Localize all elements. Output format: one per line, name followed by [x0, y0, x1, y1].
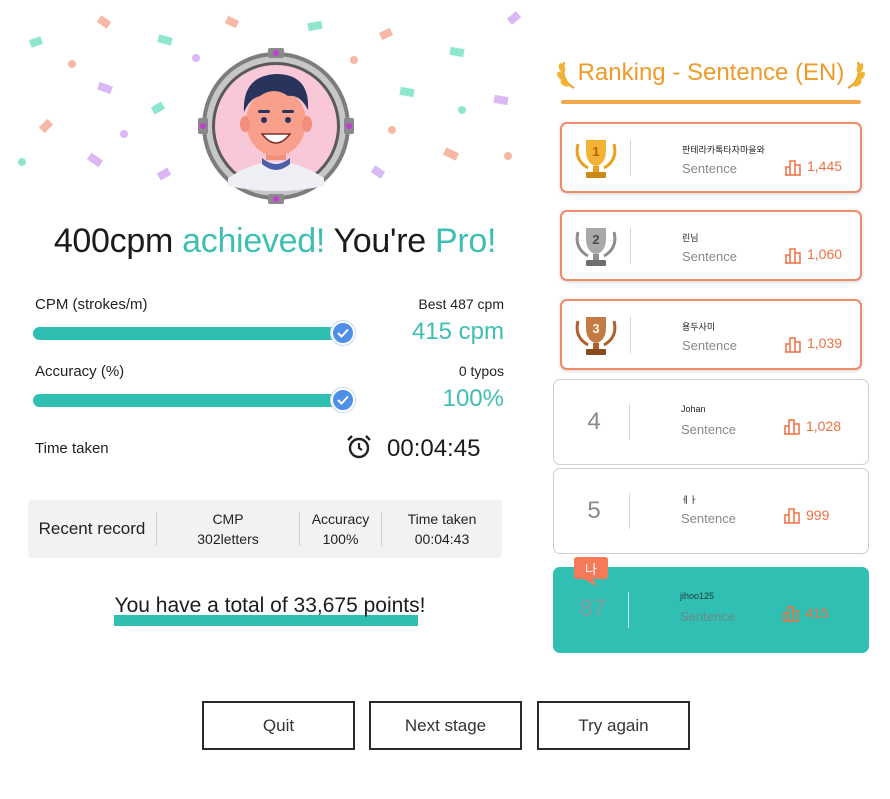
- score-chart-icon: [783, 606, 799, 622]
- cpm-label: CPM (strokes/m): [35, 296, 148, 313]
- result-headline: 400cpm achieved! You're Pro!: [20, 222, 530, 261]
- svg-text:2: 2: [592, 232, 599, 247]
- ranking-category: Sentence: [682, 161, 737, 176]
- accuracy-value: 100%: [442, 385, 504, 412]
- divider: [630, 227, 631, 264]
- recent-cmp-label: CMP: [212, 511, 244, 527]
- avatar-frame-icon: [198, 48, 354, 204]
- laurel-right-icon: [847, 61, 865, 89]
- accuracy-check-icon: [331, 388, 355, 412]
- ranking-score: 1,060: [807, 246, 843, 262]
- divider: [630, 316, 631, 353]
- my-ranking-category: Sentence: [680, 609, 735, 624]
- cpm-check-icon: [331, 321, 355, 345]
- accuracy-label: Accuracy (%): [35, 363, 125, 380]
- alarm-clock-icon: [347, 435, 371, 459]
- score-chart-icon: [785, 337, 801, 353]
- headline-youre: You're: [333, 222, 427, 260]
- recent-accuracy: Accuracy 100%: [300, 509, 381, 549]
- ranking-score: 1,028: [806, 418, 842, 434]
- try-again-button[interactable]: Try again: [537, 701, 690, 750]
- divider: [628, 592, 629, 628]
- total-points: You have a total of 33,675 points!: [60, 594, 480, 618]
- headline-achieved: achieved!: [182, 222, 325, 260]
- ranking-score: 999: [806, 507, 830, 523]
- divider: [630, 139, 631, 176]
- recent-time-value: 00:04:43: [414, 531, 470, 547]
- time-value: 00:04:45: [387, 435, 481, 462]
- headline-level: Pro!: [435, 222, 497, 260]
- ranking-name: ㅔㅏ: [681, 495, 698, 505]
- recent-cmp-value: 302letters: [197, 531, 259, 547]
- score-chart-icon: [784, 508, 800, 524]
- ranking-category: Sentence: [681, 422, 736, 437]
- recent-time-label: Time taken: [407, 511, 477, 527]
- silver-trophy-icon: 2: [575, 228, 617, 266]
- total-points-text: You have a total of 33,675 points!: [114, 594, 426, 617]
- time-label: Time taken: [35, 440, 109, 457]
- ranking-number: 4: [587, 408, 601, 435]
- me-badge: 나: [574, 557, 608, 587]
- score-chart-icon: [785, 160, 801, 176]
- ranking-header: Ranking - Sentence (EN): [556, 56, 866, 104]
- ranking-name: 린님: [682, 233, 699, 243]
- gold-trophy-icon: 1: [575, 140, 617, 178]
- avatar: [196, 46, 356, 206]
- score-chart-icon: [784, 419, 800, 435]
- my-ranking-score: 415: [805, 605, 829, 621]
- ranking-score: 1,445: [807, 158, 843, 174]
- my-ranking-name: jihoo125: [680, 591, 715, 601]
- recent-time: Time taken 00:04:43: [382, 509, 502, 549]
- my-ranking-number: 87: [579, 595, 607, 622]
- ranking-score: 1,039: [807, 335, 843, 351]
- ranking-item[interactable]: 5 ㅔㅏ Sentence 999: [553, 468, 869, 554]
- ranking-title: Ranking - Sentence (EN): [577, 59, 845, 86]
- ranking-title-underline: [561, 100, 861, 104]
- recent-record-panel: Recent record CMP 302letters Accuracy 10…: [28, 500, 502, 558]
- cpm-best: Best 487 cpm: [418, 296, 504, 312]
- accuracy-progress-bar: [33, 394, 343, 407]
- next-stage-button[interactable]: Next stage: [369, 701, 522, 750]
- cpm-value: 415 cpm: [411, 318, 504, 345]
- svg-text:3: 3: [592, 321, 599, 336]
- ranking-category: Sentence: [681, 511, 736, 526]
- ranking-name: 용두사미: [682, 322, 716, 332]
- ranking-item[interactable]: 2 린님 Sentence 1,060: [560, 210, 862, 281]
- ranking-item[interactable]: 1 판테라카톡타자마을와 Sentence 1,445: [560, 122, 862, 193]
- divider: [629, 404, 630, 440]
- recent-record-title: Recent record: [38, 519, 146, 538]
- headline-speed: 400cpm: [53, 222, 173, 260]
- svg-text:1: 1: [592, 144, 599, 159]
- bronze-trophy-icon: 3: [575, 317, 617, 355]
- recent-cmp: CMP 302letters: [157, 509, 299, 549]
- accuracy-typos: 0 typos: [458, 363, 504, 379]
- divider: [629, 493, 630, 529]
- ranking-name: Johan: [681, 404, 706, 414]
- cpm-progress-bar: [33, 327, 343, 340]
- ranking-name: 판테라카톡타자마을와: [682, 145, 765, 155]
- score-chart-icon: [785, 248, 801, 264]
- recent-accuracy-label: Accuracy: [311, 511, 370, 527]
- quit-button[interactable]: Quit: [202, 701, 355, 750]
- recent-accuracy-value: 100%: [322, 531, 359, 547]
- ranking-number: 5: [587, 497, 601, 524]
- me-badge-label: 나: [585, 562, 597, 577]
- ranking-item[interactable]: 4 Johan Sentence 1,028: [553, 379, 869, 465]
- ranking-category: Sentence: [682, 338, 737, 353]
- ranking-category: Sentence: [682, 249, 737, 264]
- ranking-item[interactable]: 3 용두사미 Sentence 1,039: [560, 299, 862, 370]
